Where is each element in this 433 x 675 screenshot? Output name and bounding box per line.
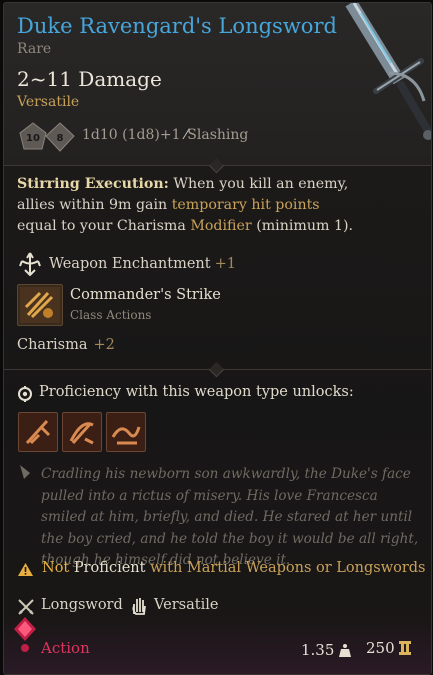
proficiency-icon	[18, 386, 32, 402]
warning-icon	[18, 563, 33, 576]
versatile-tag: Versatile	[154, 597, 219, 613]
ability-bonus: Charisma +2	[17, 337, 115, 353]
flavor-quill-icon	[20, 465, 30, 479]
modifier-link[interactable]: Modifier	[190, 218, 251, 234]
d8-icon: 8	[45, 122, 75, 152]
commanders-strike-icon[interactable]	[17, 284, 63, 326]
dice-icons: 10 8	[19, 122, 75, 152]
separator-ornament	[208, 361, 225, 378]
passive-description: Stirring Execution: When you kill an ene…	[17, 176, 354, 234]
weapon-enchantment: Weapon Enchantment +1	[17, 252, 236, 277]
unlock-action-3-icon[interactable]	[106, 412, 146, 452]
action-name: Commander's Strike	[70, 287, 221, 303]
temp-hp-link[interactable]: temporary hit points	[172, 197, 320, 213]
enchantment-label: Weapon Enchantment	[49, 256, 211, 272]
gold-coin-icon	[399, 641, 412, 655]
flavor-text: Cradling his newborn son awkwardly, the …	[41, 466, 419, 568]
weight-icon	[339, 644, 352, 657]
unlock-action-2-icon[interactable]	[62, 412, 102, 452]
ability-label: Charisma	[17, 337, 88, 353]
item-name: Duke Ravengard's Longsword	[17, 14, 337, 38]
d10-label: 10	[26, 133, 40, 144]
action-type-icon	[14, 617, 36, 652]
versatile-hand-icon	[132, 598, 146, 615]
proficiency-title: Proficiency with this weapon type unlock…	[39, 384, 354, 400]
item-rarity: Rare	[17, 41, 52, 57]
unlock-action-1-icon[interactable]	[18, 412, 58, 452]
damage-range: 2~11 Damage	[17, 67, 162, 91]
passive-name[interactable]: Stirring Execution:	[17, 176, 169, 192]
damage-formula: 1d10 (1d8)+1	[82, 127, 181, 143]
item-property: Versatile	[17, 94, 80, 110]
item-tooltip: Duke Ravengard's Longsword Rare 2~11 Dam…	[3, 2, 432, 675]
item-weight: 1.35	[301, 641, 352, 659]
enchantment-icon	[19, 252, 41, 277]
action-type-label: Action	[41, 639, 90, 657]
d8-label: 8	[57, 133, 64, 144]
weapon-type-tag: Longsword	[41, 597, 123, 613]
enchantment-value: +1	[214, 256, 236, 272]
action-category: Class Actions	[70, 308, 152, 322]
damage-type: Slashing	[187, 127, 249, 143]
longsword-type-icon	[18, 599, 34, 615]
proficiency-warning: Not Proficient with Martial Weapons or L…	[42, 560, 426, 576]
ability-value: +2	[93, 337, 115, 353]
item-price: 250	[366, 639, 412, 657]
damage-formula-line: 1d10 (1d8)+1 ⁄Slashing	[82, 127, 248, 143]
d10-icon: 10	[19, 122, 47, 150]
